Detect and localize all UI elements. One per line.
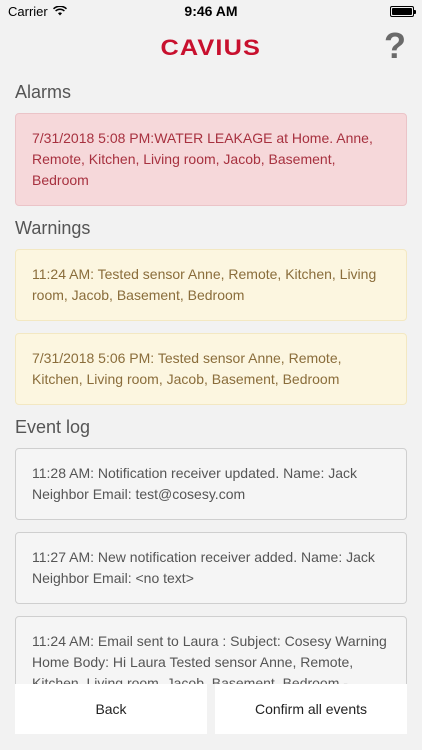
battery-fill (392, 7, 412, 15)
alarm-card[interactable]: 7/31/2018 5:08 PM:WATER LEAKAGE at Home.… (15, 113, 407, 206)
bottom-action-bar: Back Confirm all events (0, 684, 422, 750)
event-log-card[interactable]: 11:24 AM: Email sent to Laura : Subject:… (15, 616, 407, 686)
help-button[interactable]: ? (384, 28, 406, 64)
status-left: Carrier (8, 4, 67, 19)
cavius-logo: CAVIUS (160, 35, 262, 60)
carrier-label: Carrier (8, 3, 48, 19)
warnings-title: Warnings (15, 218, 91, 238)
warning-card[interactable]: 11:24 AM: Tested sensor Anne, Remote, Ki… (15, 249, 407, 321)
app-header: CAVIUS ? (0, 22, 422, 74)
alarms-title: Alarms (15, 82, 72, 102)
confirm-all-events-button[interactable]: Confirm all events (215, 684, 407, 734)
events-content[interactable]: Alarms 7/31/2018 5:08 PM:WATER LEAKAGE a… (0, 76, 422, 686)
warning-card[interactable]: 7/31/2018 5:06 PM: Tested sensor Anne, R… (15, 333, 407, 405)
event-log-card[interactable]: 11:28 AM: Notification receiver updated.… (15, 448, 407, 520)
status-bar: Carrier 9:46 AM (0, 0, 422, 22)
event-log-title: Event log (15, 417, 91, 437)
event-log-card[interactable]: 11:27 AM: New notification receiver adde… (15, 532, 407, 604)
back-button[interactable]: Back (15, 684, 207, 734)
battery-icon (390, 5, 416, 17)
status-right (390, 5, 416, 17)
wifi-icon (52, 6, 67, 16)
